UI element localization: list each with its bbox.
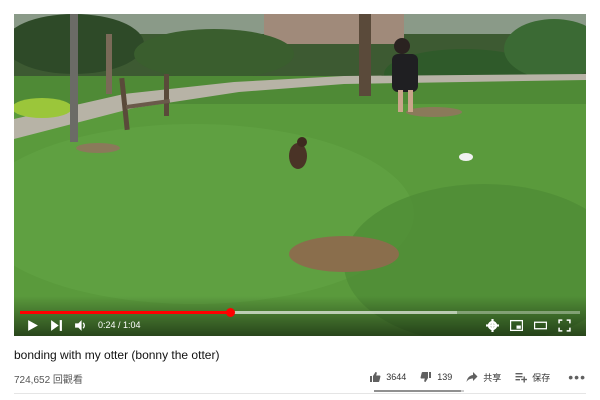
control-bar: 0:24 / 1:04 [14, 314, 586, 336]
like-ratio-bar [374, 390, 464, 392]
time-display: 0:24 / 1:04 [98, 320, 141, 330]
save-label: 保存 [532, 372, 551, 383]
theater-button[interactable] [530, 316, 550, 334]
like-count: 3644 [386, 372, 407, 382]
play-icon [27, 319, 38, 331]
fullscreen-icon [557, 318, 571, 332]
volume-button[interactable] [70, 316, 90, 334]
more-actions-button[interactable]: ••• [568, 369, 586, 385]
divider [14, 393, 586, 394]
video-frame [14, 14, 586, 336]
like-button[interactable]: 3644 [369, 371, 406, 383]
video-player[interactable]: 0:24 / 1:04 [14, 14, 586, 336]
volume-icon [74, 319, 85, 331]
like-ratio-fill [374, 390, 461, 392]
settings-icon [485, 318, 499, 332]
thumbs-down-icon [420, 372, 432, 382]
thumbs-up-icon [370, 372, 381, 382]
share-label: 共享 [483, 372, 502, 383]
next-icon [50, 319, 62, 331]
dislike-button[interactable]: 139 [420, 371, 452, 383]
miniplayer-button[interactable] [506, 316, 526, 334]
settings-button[interactable] [482, 316, 502, 334]
theater-icon [533, 321, 547, 329]
share-button[interactable]: 共享 [466, 371, 501, 384]
next-button[interactable] [46, 316, 66, 334]
save-icon [515, 373, 528, 383]
action-bar: 3644 139 共享 保存 ••• [355, 368, 586, 386]
miniplayer-icon [509, 319, 523, 331]
fullscreen-button[interactable] [554, 316, 574, 334]
video-title: bonding with my otter (bonny the otter) [14, 348, 220, 362]
view-count: 724,652 回觀看 [14, 375, 83, 386]
share-icon [466, 372, 478, 382]
play-button[interactable] [22, 316, 42, 334]
save-button[interactable]: 保存 [515, 371, 550, 384]
dislike-count: 139 [437, 372, 453, 382]
